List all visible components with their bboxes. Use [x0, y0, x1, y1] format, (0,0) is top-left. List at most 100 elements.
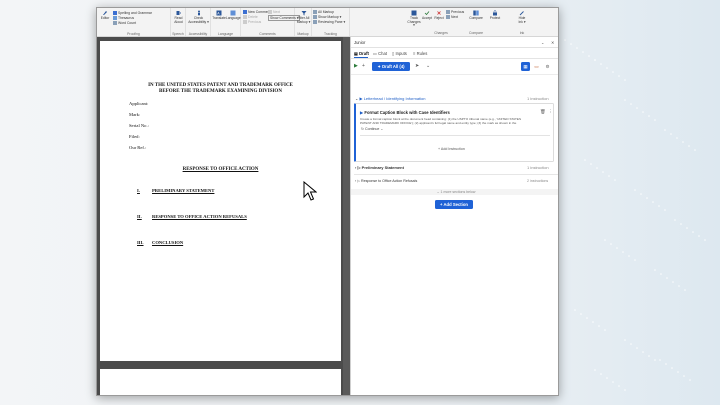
editor-button[interactable]: Editor	[99, 10, 111, 21]
new-comment-icon	[243, 10, 247, 15]
new-comment-button[interactable]: New Comment	[243, 10, 270, 15]
field-applicant: Applicant:	[129, 101, 149, 106]
next-label: Next	[273, 10, 280, 14]
tab-draft[interactable]: ▤ Draft	[354, 51, 369, 56]
section-refusals[interactable]: › ▷ Response to Office Action Refusals 2…	[351, 179, 558, 183]
check-accessibility-button[interactable]: Check Accessibility ▾	[187, 10, 210, 24]
abc-check-icon	[113, 11, 117, 16]
filter-all-markup-button[interactable]: Filter All Markup ▾	[296, 10, 311, 24]
word-count-button[interactable]: Word Count	[113, 21, 136, 26]
all-markup-dropdown[interactable]: All Markup	[313, 10, 334, 15]
next-icon	[268, 10, 272, 15]
delete-icon	[243, 15, 247, 20]
read-aloud-button[interactable]: Read Aloud	[172, 10, 185, 24]
instruction-body-2: PATENT AND TRADEMARK OFFICE'); (2) appli…	[360, 121, 517, 125]
comments-group-label: Comments	[259, 32, 276, 36]
panel-title-bar: Junior ⌄ ✕	[351, 37, 558, 48]
continue-button[interactable]: ↻ Continue ⌄	[361, 127, 383, 131]
check-accessibility-label: Check Accessibility ▾	[188, 16, 209, 24]
show-markup-icon	[313, 15, 317, 20]
compare-label: Compare	[469, 16, 483, 20]
divider	[354, 174, 558, 175]
track-changes-label: Track Changes ▾	[407, 16, 421, 28]
section-letterhead[interactable]: ⌄ ▶ Letterhead / Identifying Information…	[351, 96, 558, 101]
tab-chat[interactable]: ▭ Chat	[373, 51, 387, 56]
section-1-title: PRELIMINARY STATEMENT	[152, 188, 215, 193]
add-section-button[interactable]: + Add Section	[435, 200, 473, 209]
compare-button[interactable]: Compare	[468, 10, 484, 21]
more-icon[interactable]: ⋮	[548, 109, 553, 115]
tracking-group-label: Tracking	[324, 32, 337, 36]
section-preliminary-title: Preliminary Statement	[361, 165, 404, 170]
send-icon[interactable]: ➤	[415, 63, 419, 69]
section-2-title: RESPONSE TO OFFICE ACTION REFUSALS	[152, 214, 247, 219]
tracking-group: All Markup Show Markup ▾ Reviewing Pane …	[312, 8, 350, 36]
section-3-number: III.	[137, 240, 144, 245]
section-refusals-title: Response to Office Action Refusals	[360, 179, 418, 183]
previous-change-label: Previous	[451, 10, 465, 14]
hide-ink-button[interactable]: Hide Ink ▾	[516, 10, 528, 24]
chat-icon: ▭	[373, 51, 377, 56]
instruction-title: Format Caption Block with Case Identifie…	[364, 110, 450, 115]
next-change-button[interactable]: Next	[446, 15, 458, 20]
tab-rules[interactable]: ≡ Rules	[413, 51, 427, 56]
accept-button[interactable]: Accept	[421, 10, 433, 21]
layout-icon[interactable]: ▦	[521, 62, 530, 71]
play-outline-icon: ▷	[357, 165, 361, 170]
next-change-label: Next	[451, 15, 458, 19]
show-markup-button[interactable]: Show Markup ▾	[313, 15, 342, 20]
gear-icon[interactable]: ⚙	[543, 62, 552, 71]
spelling-grammar-button[interactable]: Spelling and Grammar	[113, 11, 152, 16]
track-changes-button[interactable]: Track Changes ▾	[407, 10, 421, 28]
add-instruction-button[interactable]: + Add Instruction	[438, 147, 465, 151]
tab-inputs-label: Inputs	[395, 51, 407, 56]
chevron-down-icon[interactable]: ⌄	[426, 63, 430, 69]
protect-button[interactable]: Protect	[488, 10, 502, 21]
previous-icon	[243, 20, 247, 25]
protect-label: Protect	[489, 16, 501, 20]
document-scrollbar[interactable]	[343, 37, 350, 395]
editor-label: Editor	[100, 16, 110, 20]
play-icon[interactable]: ▶	[360, 110, 363, 115]
language-group: A Translate Language Language	[211, 8, 241, 36]
previous-change-button[interactable]: Previous	[446, 10, 465, 15]
reviewing-pane-icon	[313, 20, 317, 25]
review-ribbon: Editor Spelling and Grammar Thesaurus Wo…	[97, 8, 350, 37]
hide-ink-label: Hide Ink ▾	[518, 16, 526, 24]
trash-icon[interactable]: 🗑	[540, 109, 546, 115]
response-title: RESPONSE TO OFFICE ACTION	[182, 167, 259, 172]
section-1-number: I.	[137, 188, 140, 193]
previous-comment-button[interactable]: Previous	[243, 20, 261, 25]
proofing-group: Editor Spelling and Grammar Thesaurus Wo…	[97, 8, 171, 36]
reviewing-pane-button[interactable]: Reviewing Pane ▾	[313, 20, 345, 25]
proofing-group-label: Proofing	[127, 32, 140, 36]
chevron-down-icon: ⌄	[355, 96, 359, 101]
junior-panel: Junior ⌄ ✕ ▤ Draft ▭ Chat ▯ Inputs ≡ Rul…	[350, 37, 558, 395]
draft-all-button[interactable]: ✦ Draft All (4)	[372, 62, 410, 71]
add-icon[interactable]: +	[362, 63, 365, 69]
show-markup-label: Show Markup ▾	[318, 15, 342, 19]
ink-group-label: Ink	[519, 31, 525, 35]
close-icon[interactable]: ✕	[551, 40, 555, 45]
thesaurus-button[interactable]: Thesaurus	[113, 16, 134, 21]
language-button[interactable]: Language	[226, 10, 241, 21]
run-icon[interactable]: ▶	[354, 63, 358, 69]
chevron-down-icon[interactable]: ⌄	[541, 40, 545, 45]
inputs-icon: ▯	[392, 51, 395, 56]
instruction-card[interactable]: ▶ Format Caption Block with Case Identif…	[354, 103, 554, 162]
folder-icon[interactable]: ▭	[532, 62, 541, 71]
translate-label: Translate	[212, 16, 226, 20]
draft-all-label: Draft All (4)	[382, 64, 405, 69]
document-area: IN THE UNITED STATES PATENT AND TRADEMAR…	[97, 37, 350, 395]
more-sections-note[interactable]: ⌄ 1 more sections below	[351, 189, 558, 195]
translate-button[interactable]: A Translate	[212, 10, 226, 21]
section-preliminary[interactable]: › ▷ Preliminary Statement 1 instruction	[351, 165, 558, 170]
tab-inputs[interactable]: ▯ Inputs	[392, 51, 407, 56]
delete-comment-button[interactable]: Delete	[243, 15, 258, 20]
accessibility-group-label: Accessibility	[188, 32, 208, 36]
chevron-down-icon: ⌄	[436, 190, 440, 194]
next-comment-button[interactable]: Next	[268, 10, 280, 15]
play-icon: ▶	[359, 96, 363, 101]
next-page[interactable]	[100, 369, 341, 395]
reject-button[interactable]: Reject	[433, 10, 445, 21]
